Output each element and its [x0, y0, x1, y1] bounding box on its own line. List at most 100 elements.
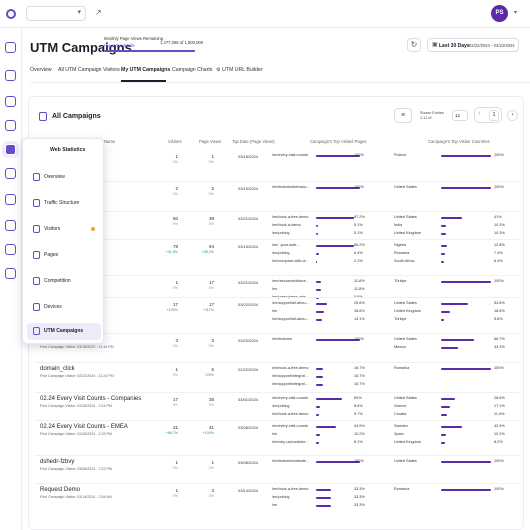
page-views-value: 3 — [211, 338, 214, 343]
top-page-label: /en — [272, 287, 278, 291]
filter-button[interactable]: ≡ — [394, 108, 412, 123]
avatar-chevron-icon[interactable]: ▾ — [514, 9, 517, 16]
top-page-bar — [316, 367, 324, 370]
menu-item-label: Pages — [44, 252, 59, 258]
rail-funnel-icon[interactable] — [5, 168, 16, 179]
page-views-value: 39 — [208, 216, 214, 221]
previous-page-icon[interactable]: ‹ — [478, 110, 480, 117]
limit-details-link[interactable]: Hover for details — [104, 43, 135, 48]
top-page-label: /en/every-visit-counts — [272, 396, 308, 400]
top-country-bar — [441, 433, 447, 436]
top-page-label: /en/book-a-free-demo — [272, 412, 309, 416]
campaign-name[interactable]: domain_click — [40, 366, 75, 372]
workspace-select[interactable]: ▾ — [26, 6, 86, 21]
visitors-change: 0% — [172, 286, 178, 290]
top-country-item: United Kingdom 10.3% — [394, 231, 519, 238]
top-country-label: Romania — [394, 487, 410, 491]
visitors-value: 17 — [172, 397, 178, 402]
top-country-label: Türkiye — [394, 317, 407, 321]
top-page-item: /en/ -your-web... 86.2% — [272, 243, 382, 250]
external-link-icon[interactable]: ↗ — [95, 8, 102, 17]
menu-item-traffic-structure[interactable]: Traffic Structure — [27, 195, 101, 212]
tab-my-utm-campaigns[interactable]: My UTM Campaigns — [121, 67, 170, 73]
page-views-value: 17 — [208, 302, 214, 307]
next-page-button[interactable]: › — [507, 110, 518, 121]
top-page-bar — [316, 232, 319, 235]
rail-shield-icon[interactable] — [5, 194, 16, 205]
tab-overview[interactable]: Overview — [30, 67, 52, 73]
tab-all-utm-campaign-visitors[interactable]: All UTM Campaign Visitors — [58, 67, 120, 73]
date-range-picker[interactable]: ▣ Last 30 Days 02/22/2024 - 03/22/2024 — [427, 38, 519, 52]
column-header-page-views[interactable]: Page Views — [199, 139, 221, 144]
campaign-name[interactable]: 02.24 Every Visit Counts - Companies — [40, 396, 141, 402]
entries-per-page-select[interactable]: 12 — [452, 110, 468, 121]
rail-reports-icon[interactable] — [5, 96, 16, 107]
avatar[interactable]: PS — [491, 5, 508, 22]
campaign-name[interactable]: Request Demo — [40, 487, 80, 493]
column-header-visitors[interactable]: Visitors — [168, 139, 182, 144]
top-page-label: /en — [272, 432, 278, 436]
top-country-label: United States — [394, 337, 417, 341]
top-page-percent: 44.9% — [354, 424, 365, 428]
column-header-top-date[interactable]: Top Date (Page Views) — [232, 139, 275, 144]
rail-settings-icon[interactable] — [5, 244, 16, 255]
card-title: All Campaigns — [52, 113, 101, 120]
column-header-top-pages[interactable]: Campaign's Top Visited Pages — [310, 139, 367, 144]
top-country-percent: 5.8% — [494, 317, 503, 321]
top-country-percent: 7.4% — [494, 251, 503, 255]
column-header-top-countries[interactable]: Campaign's Top Visitor Countries — [428, 139, 490, 144]
top-country-label: Nigeria — [394, 243, 407, 247]
visitors-value: 21 — [172, 425, 178, 430]
top-page-item: /en/book-a-free-demo 33.3% — [272, 487, 382, 494]
rail-home-icon[interactable] — [5, 42, 16, 53]
visitors-change: 0% — [172, 403, 178, 407]
top-country-bar — [441, 252, 445, 255]
tab-campaign-charts[interactable]: Campaign Charts — [172, 67, 212, 73]
top-page-percent: 100% — [354, 185, 364, 189]
top-page-label: /en/every-visit-counts — [272, 424, 308, 428]
top-page-item: /en/support/integrat... 16.7% — [272, 382, 382, 389]
refresh-button[interactable]: ↻ — [407, 38, 421, 52]
rail-users-icon[interactable] — [5, 268, 16, 279]
page-views-progress-fill — [104, 50, 195, 52]
chevron-down-icon: ▾ — [77, 9, 81, 16]
top-country-percent: 66.7% — [494, 337, 505, 341]
menu-item-devices[interactable]: Devices — [27, 299, 101, 316]
top-page-label: /en/support/all-abou... — [272, 317, 309, 321]
top-page-item: /en/book-a-free-demo 87.2% — [272, 215, 382, 222]
top-country-item: United States 66.7% — [394, 337, 519, 344]
rail-web-statistics-icon[interactable] — [5, 144, 16, 155]
top-country-percent: 17.1% — [494, 404, 505, 408]
menu-item-utm-campaigns[interactable]: UTM Campaigns — [27, 323, 101, 340]
top-page-label: /en/why-us/cookiele... — [272, 440, 309, 444]
logo-icon[interactable] — [6, 9, 16, 19]
top-country-item: Poland 100% — [394, 153, 519, 160]
campaign-name[interactable]: dshedr-fzbvy — [40, 459, 74, 465]
top-country-percent: 100% — [494, 459, 504, 463]
page-views-change: 0% — [208, 494, 214, 498]
visitors-change: +66.7% — [165, 431, 178, 435]
utm-campaigns-icon — [33, 327, 40, 335]
page-views-change: +117% — [202, 308, 214, 312]
menu-item-overview[interactable]: Overview — [27, 169, 101, 186]
rail-alerts-icon[interactable] — [5, 220, 16, 231]
row-divider — [35, 211, 519, 212]
column-header-name[interactable]: Name — [104, 139, 115, 144]
rail-dashboard-icon[interactable] — [5, 70, 16, 81]
top-page-percent: 5.7% — [354, 412, 363, 416]
page-views-value: 2 — [211, 186, 214, 191]
menu-item-competition[interactable]: Competition — [27, 273, 101, 290]
campaign-name[interactable]: 02.24 Every Visit Counts - EMEA — [40, 424, 128, 430]
page-number[interactable]: 1 — [489, 110, 499, 121]
top-country-percent: 6.4% — [494, 259, 503, 263]
top-country-percent: 100% — [494, 487, 504, 491]
menu-item-visitors[interactable]: Visitors — [27, 221, 101, 238]
menu-item-pages[interactable]: Pages — [27, 247, 101, 264]
top-page-label: /en/pricing — [272, 495, 290, 499]
rail-trend-icon[interactable] — [5, 120, 16, 131]
tab-utm-url-builder-label: UTM URL Builder — [222, 67, 263, 73]
top-country-bar — [441, 224, 447, 227]
top-page-item: /en/every-visit-counts 60% — [272, 396, 382, 403]
tab-utm-url-builder[interactable]: ⚙ UTM URL Builder — [216, 67, 263, 73]
visitors-icon — [33, 225, 40, 233]
